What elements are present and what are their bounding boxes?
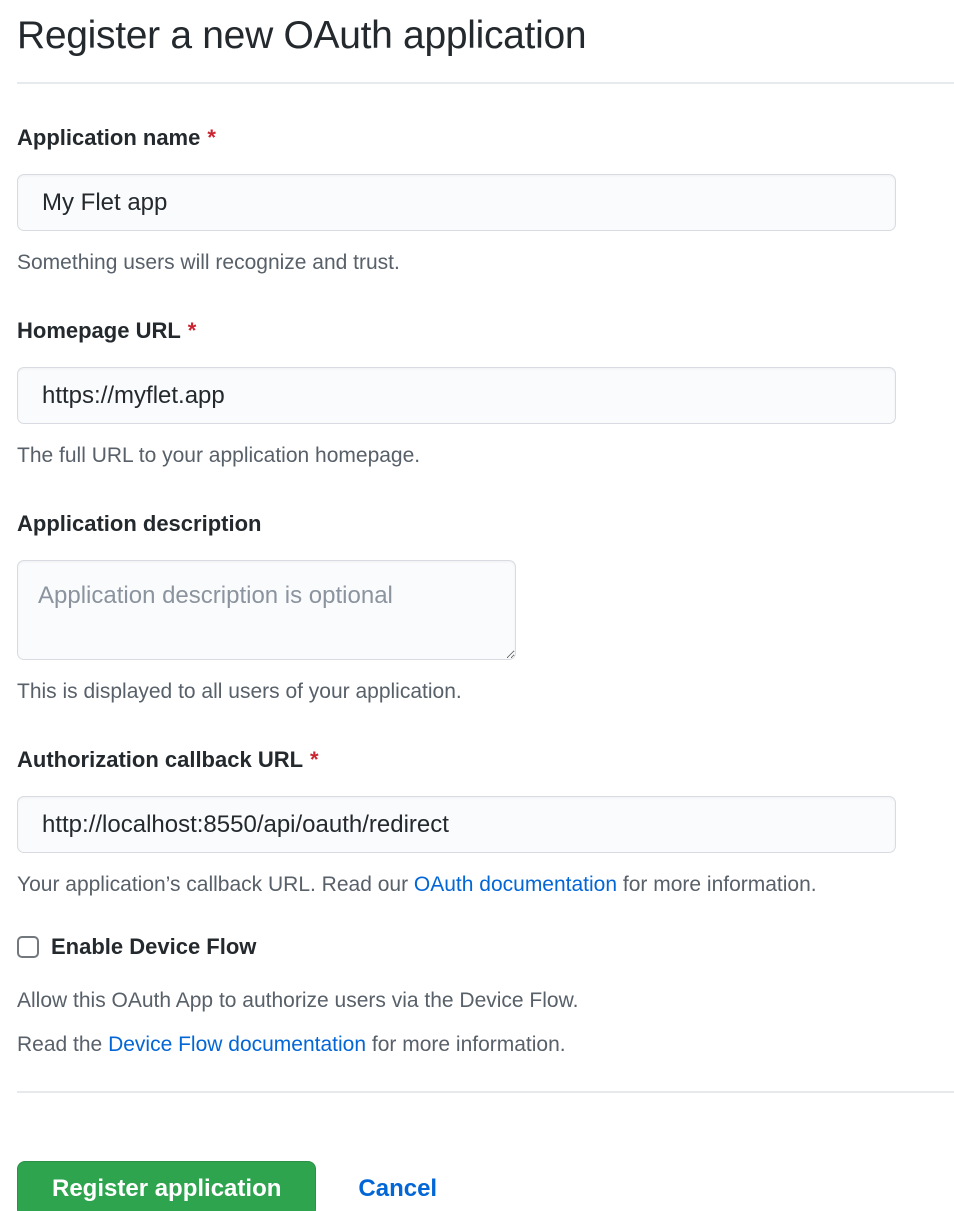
- oauth-register-form: Register a new OAuth application: [0, 0, 954, 82]
- application-name-input[interactable]: [17, 174, 896, 231]
- required-asterisk: *: [310, 747, 319, 772]
- homepage-url-help: The full URL to your application homepag…: [17, 442, 954, 470]
- device-flow-help: Allow this OAuth App to authorize users …: [17, 987, 954, 1015]
- form-actions: Register application Cancel: [17, 1125, 954, 1211]
- page-title: Register a new OAuth application: [17, 0, 954, 82]
- device-flow-row: Enable Device Flow: [17, 933, 954, 961]
- required-asterisk: *: [188, 318, 197, 343]
- device-flow-documentation-link[interactable]: Device Flow documentation: [108, 1033, 366, 1056]
- application-name-label-text: Application name: [17, 125, 200, 150]
- actions-divider: [17, 1091, 954, 1093]
- application-description-textarea[interactable]: [17, 560, 516, 660]
- callback-url-input[interactable]: [17, 796, 896, 853]
- callback-url-help-prefix: Your application’s callback URL. Read ou…: [17, 873, 414, 896]
- homepage-url-label: Homepage URL *: [17, 317, 954, 345]
- required-asterisk: *: [207, 125, 216, 150]
- device-flow-note-suffix: for more information.: [366, 1033, 566, 1056]
- homepage-url-input[interactable]: [17, 367, 896, 424]
- callback-url-help-suffix: for more information.: [617, 873, 817, 896]
- device-flow-note: Read the Device Flow documentation for m…: [17, 1031, 954, 1059]
- callback-url-help: Your application’s callback URL. Read ou…: [17, 871, 954, 899]
- oauth-documentation-link[interactable]: OAuth documentation: [414, 873, 617, 896]
- homepage-url-label-text: Homepage URL: [17, 318, 181, 343]
- application-name-label: Application name *: [17, 124, 954, 152]
- header-divider: [17, 82, 954, 84]
- device-flow-note-prefix: Read the: [17, 1033, 108, 1056]
- callback-url-label-text: Authorization callback URL: [17, 747, 303, 772]
- application-description-help: This is displayed to all users of your a…: [17, 678, 954, 706]
- register-application-button[interactable]: Register application: [17, 1161, 316, 1211]
- device-flow-checkbox[interactable]: [17, 936, 39, 958]
- device-flow-label[interactable]: Enable Device Flow: [51, 933, 256, 961]
- cancel-link[interactable]: Cancel: [358, 1175, 437, 1203]
- callback-url-label: Authorization callback URL *: [17, 746, 954, 774]
- application-description-label: Application description: [17, 510, 954, 538]
- application-name-help: Something users will recognize and trust…: [17, 249, 954, 277]
